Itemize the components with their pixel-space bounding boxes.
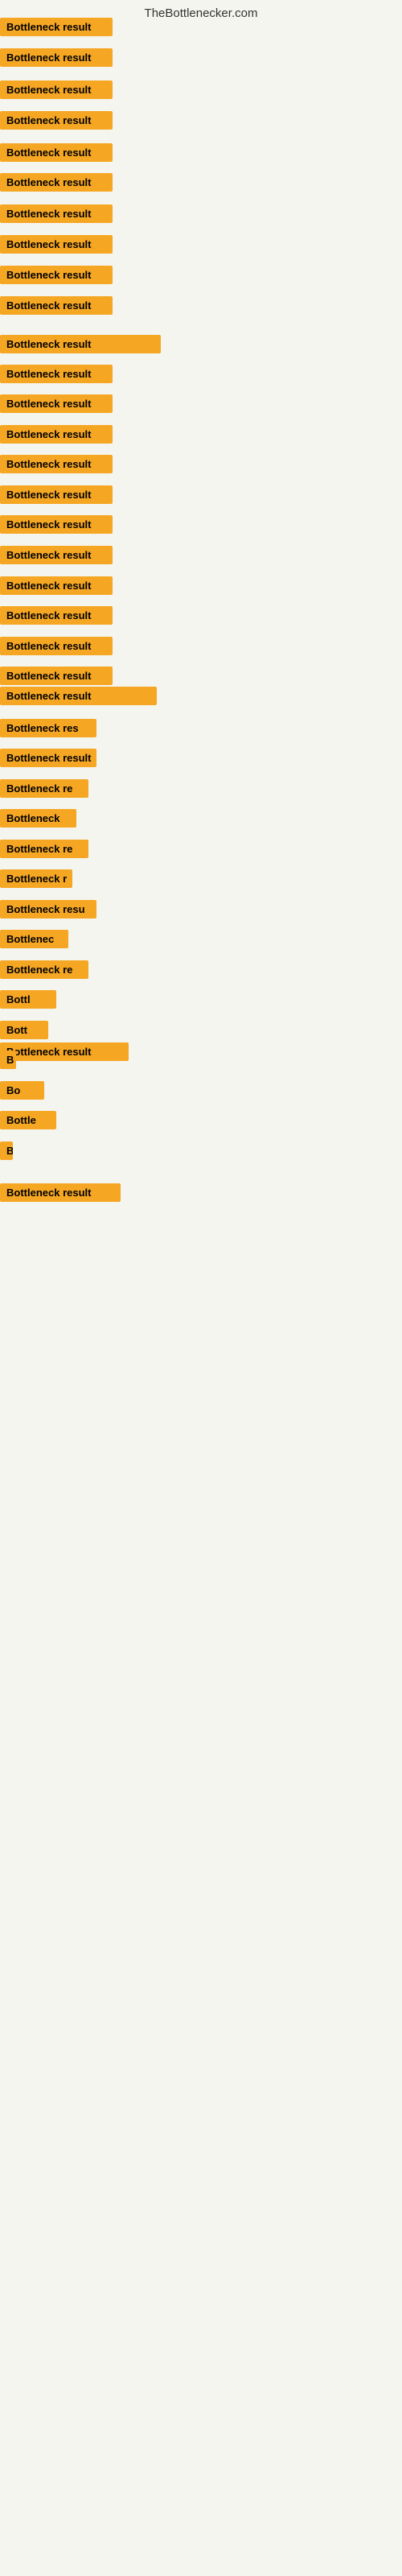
bottleneck-result-item[interactable]: Bottleneck result	[0, 80, 113, 99]
bottleneck-result-item[interactable]: Bottleneck result	[0, 394, 113, 413]
bottleneck-result-item[interactable]: Bottleneck result	[0, 576, 113, 595]
bottleneck-result-item[interactable]: Bottleneck result	[0, 111, 113, 130]
bottleneck-result-item[interactable]: Bottleneck result	[0, 266, 113, 284]
bottleneck-result-item[interactable]: Bottleneck result	[0, 335, 161, 353]
bottleneck-result-item[interactable]: Bottleneck resu	[0, 900, 96, 919]
bottleneck-result-item[interactable]: Bo	[0, 1081, 44, 1100]
bottleneck-result-item[interactable]: Bottleneck res	[0, 719, 96, 737]
bottleneck-result-item[interactable]: Bottleneck result	[0, 235, 113, 254]
bottleneck-result-item[interactable]: Bottleneck result	[0, 1183, 121, 1202]
bottleneck-result-item[interactable]: Bottleneck r	[0, 869, 72, 888]
bottleneck-result-item[interactable]: Bottleneck result	[0, 18, 113, 36]
bottleneck-result-item[interactable]: Bottleneck re	[0, 840, 88, 858]
bottleneck-result-item[interactable]: Bottlenec	[0, 930, 68, 948]
bottleneck-result-item[interactable]: Bottleneck result	[0, 204, 113, 223]
bottleneck-result-item[interactable]: B	[0, 1051, 16, 1069]
bottleneck-result-item[interactable]: Bottleneck result	[0, 546, 113, 564]
bottleneck-result-item[interactable]: Bottleneck re	[0, 779, 88, 798]
bottleneck-result-item[interactable]: Bottleneck result	[0, 425, 113, 444]
bottleneck-result-item[interactable]: Bottleneck result	[0, 1042, 129, 1061]
bottleneck-result-item[interactable]: Bottleneck result	[0, 143, 113, 162]
bottleneck-result-item[interactable]: Bottleneck result	[0, 455, 113, 473]
bottleneck-result-item[interactable]: Bottleneck result	[0, 365, 113, 383]
bottleneck-result-item[interactable]: Bott	[0, 1021, 48, 1039]
bottleneck-result-item[interactable]: Bottleneck result	[0, 173, 113, 192]
bottleneck-result-item[interactable]: Bottleneck result	[0, 687, 157, 705]
bottleneck-result-item[interactable]: Bottle	[0, 1111, 56, 1129]
bottleneck-result-item[interactable]: Bottleneck result	[0, 749, 96, 767]
bottleneck-result-item[interactable]: Bottleneck result	[0, 485, 113, 504]
bottleneck-result-item[interactable]: Bottleneck re	[0, 960, 88, 979]
bottleneck-result-item[interactable]: Bottleneck result	[0, 667, 113, 685]
bottleneck-result-item[interactable]: Bottleneck result	[0, 515, 113, 534]
bottleneck-result-item[interactable]: B	[0, 1141, 13, 1160]
bottleneck-result-item[interactable]: Bottleneck result	[0, 637, 113, 655]
bottleneck-result-item[interactable]: Bottleneck	[0, 809, 76, 828]
bottleneck-result-item[interactable]: Bottl	[0, 990, 56, 1009]
bottleneck-result-item[interactable]: Bottleneck result	[0, 606, 113, 625]
bottleneck-result-item[interactable]: Bottleneck result	[0, 296, 113, 315]
bottleneck-result-item[interactable]: Bottleneck result	[0, 48, 113, 67]
